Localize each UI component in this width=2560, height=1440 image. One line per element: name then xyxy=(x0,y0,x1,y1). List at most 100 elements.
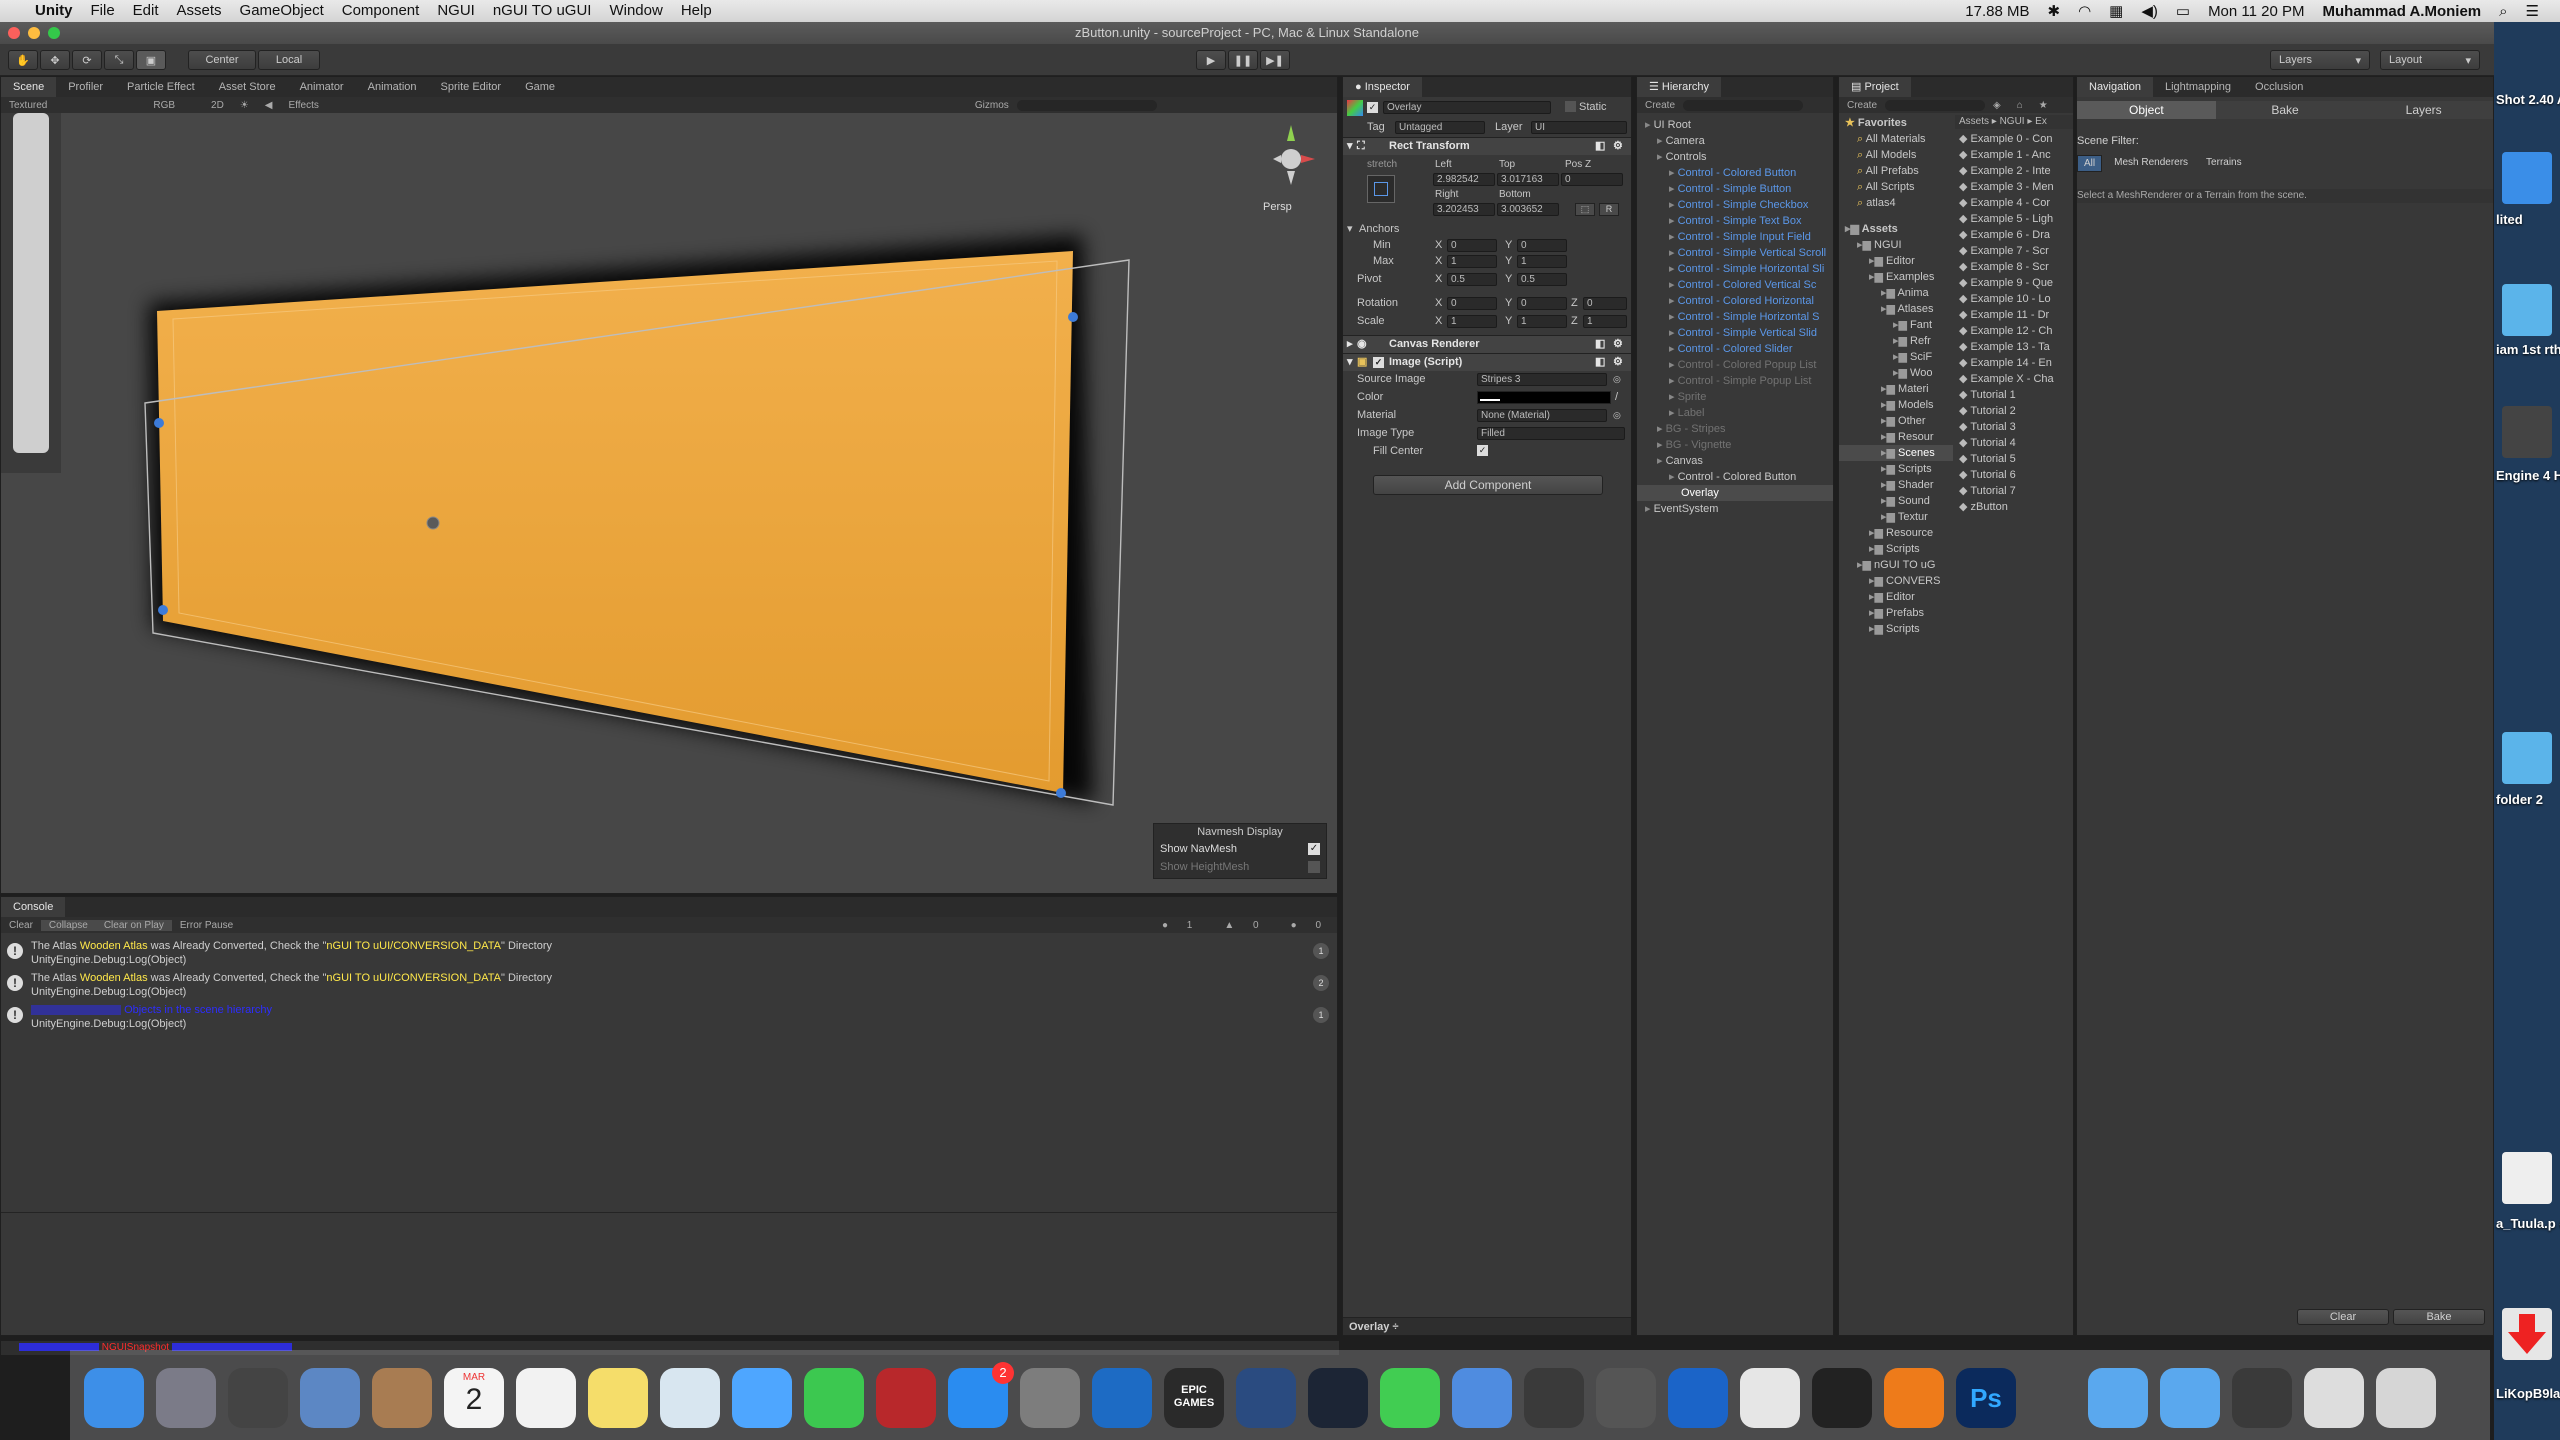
bottom-field[interactable]: 3.003652 xyxy=(1497,203,1559,216)
menu-gameobject[interactable]: GameObject xyxy=(231,0,333,22)
corner-handle[interactable] xyxy=(1068,312,1078,322)
rotation-z-field[interactable]: 0 xyxy=(1583,297,1627,310)
project-folder-item[interactable]: ▸▆ Editor xyxy=(1839,589,1953,605)
scene-file-item[interactable]: ◆ Tutorial 6 xyxy=(1955,467,2073,483)
project-folder-item[interactable]: ▸▆ NGUI xyxy=(1839,237,1953,253)
settings-gear-icon[interactable]: ⚙ xyxy=(1613,138,1623,154)
show-navmesh-row[interactable]: Show NavMesh ✓ xyxy=(1154,840,1326,858)
rect-transform-header[interactable]: ▾ ⛶ Rect Transform ◧ ⚙ xyxy=(1343,137,1631,155)
pivot-center-toggle[interactable]: Center xyxy=(188,50,256,70)
window-zoom-button[interactable] xyxy=(48,27,60,39)
desktop-video-icon[interactable] xyxy=(2502,406,2552,458)
memory-monitor[interactable]: 17.88 MB xyxy=(1956,3,2038,20)
hierarchy-item[interactable]: ▸ Control - Colored Slider xyxy=(1637,341,1833,357)
scene-file-item[interactable]: ◆ Example 0 - Con xyxy=(1955,131,2073,147)
scene-file-item[interactable]: ◆ Example 11 - Dr xyxy=(1955,307,2073,323)
navigation-clear-button[interactable]: Clear xyxy=(2297,1309,2389,1325)
scale-tool-icon[interactable]: ⤡ xyxy=(104,50,134,70)
color-swatch[interactable] xyxy=(1477,391,1611,404)
settings-gear-icon[interactable]: ⚙ xyxy=(1613,354,1623,370)
scene-file-item[interactable]: ◆ Example 3 - Men xyxy=(1955,179,2073,195)
menu-assets[interactable]: Assets xyxy=(168,0,231,22)
foldout-arrow-icon[interactable]: ▸ xyxy=(1669,471,1678,483)
foldout-arrow-icon[interactable]: ▸ xyxy=(1645,503,1654,515)
trash-icon[interactable] xyxy=(2376,1368,2436,1428)
project-folder-item[interactable]: ▸▆ Shader xyxy=(1839,477,1953,493)
hierarchy-item[interactable]: Overlay xyxy=(1637,485,1833,501)
spotlight-icon[interactable]: ⌕ xyxy=(2490,3,2516,20)
info-count-toggle[interactable]: ● 1 xyxy=(1146,920,1208,931)
sourcetree-icon[interactable] xyxy=(1236,1368,1296,1428)
reminders-icon[interactable] xyxy=(516,1368,576,1428)
layers-dropdown[interactable]: Layers ▾ xyxy=(2270,50,2370,70)
project-folder-item[interactable]: ▸▆ Atlases xyxy=(1839,301,1953,317)
scene-file-item[interactable]: ◆ Example 2 - Inte xyxy=(1955,163,2073,179)
show-heightmesh-checkbox[interactable] xyxy=(1308,861,1320,873)
project-folder-item[interactable]: ▸▆ Editor xyxy=(1839,253,1953,269)
photoshop-icon[interactable]: Ps xyxy=(1956,1368,2016,1428)
hierarchy-item[interactable]: ▸ EventSystem xyxy=(1637,501,1833,517)
calendar-icon[interactable]: MAR 2 xyxy=(444,1368,504,1428)
left-field[interactable]: 2.982542 xyxy=(1433,173,1495,186)
desktop-folder-icon[interactable] xyxy=(2502,152,2552,204)
menu-file[interactable]: File xyxy=(82,0,124,22)
favorites-item[interactable]: ⌕ atlas4 xyxy=(1839,195,1953,211)
foldout-arrow-icon[interactable]: ▸ xyxy=(1669,343,1678,355)
desktop-folder-icon[interactable] xyxy=(2502,284,2552,336)
hand-tool-icon[interactable]: ✋ xyxy=(8,50,38,70)
epic-games-icon[interactable]: EPIC GAMES xyxy=(1164,1368,1224,1428)
tab-game[interactable]: Game xyxy=(513,77,567,97)
play-button-icon[interactable]: ▶ xyxy=(1196,50,1226,70)
scene-file-item[interactable]: ◆ Tutorial 7 xyxy=(1955,483,2073,499)
tab-navigation[interactable]: Navigation xyxy=(2077,77,2153,97)
hierarchy-item[interactable]: ▸ Control - Colored Button xyxy=(1637,165,1833,181)
image-enabled-checkbox[interactable]: ✓ xyxy=(1373,357,1384,368)
gizmos-dropdown[interactable]: Gizmos xyxy=(967,100,1017,111)
hierarchy-item[interactable]: ▸ Label xyxy=(1637,405,1833,421)
pause-button-icon[interactable]: ❚❚ xyxy=(1228,50,1258,70)
project-folder-item[interactable]: ▸▆ Prefabs xyxy=(1839,605,1953,621)
project-search-input[interactable] xyxy=(1885,99,1986,111)
foldout-arrow-icon[interactable]: ▸ xyxy=(1657,423,1666,435)
rotation-y-field[interactable]: 0 xyxy=(1517,297,1567,310)
warn-count-toggle[interactable]: ▲ 0 xyxy=(1208,920,1274,931)
scene-file-item[interactable]: ◆ Tutorial 4 xyxy=(1955,435,2073,451)
sublime-text-icon[interactable] xyxy=(1524,1368,1584,1428)
foldout-arrow-icon[interactable]: ▸ xyxy=(1669,407,1678,419)
menu-edit[interactable]: Edit xyxy=(124,0,168,22)
bluetooth-icon[interactable]: ✱ xyxy=(2038,2,2069,20)
image-type-dropdown[interactable]: Filled xyxy=(1477,427,1625,440)
rotate-tool-icon[interactable]: ⟳ xyxy=(72,50,102,70)
add-component-button[interactable]: Add Component xyxy=(1373,475,1603,495)
tab-project[interactable]: ▤ Project xyxy=(1839,77,1911,97)
hierarchy-item[interactable]: ▸ Control - Colored Horizontal xyxy=(1637,293,1833,309)
foldout-arrow-icon[interactable]: ▸ xyxy=(1657,151,1666,163)
app-store-icon[interactable]: 2 xyxy=(948,1362,1014,1428)
scene-file-item[interactable]: ◆ Example 13 - Ta xyxy=(1955,339,2073,355)
favorites-item[interactable]: ⌕ All Prefabs xyxy=(1839,163,1953,179)
settings-gear-icon[interactable]: ⚙ xyxy=(1613,336,1623,352)
foldout-arrow-icon[interactable]: ▸ xyxy=(1669,215,1678,227)
tab-particle-effect[interactable]: Particle Effect xyxy=(115,77,207,97)
filter-by-label-icon[interactable]: ⌂ xyxy=(2009,100,2031,111)
scene-file-item[interactable]: ◆ Example 10 - Lo xyxy=(1955,291,2073,307)
console-clear-button[interactable]: Clear xyxy=(1,920,41,931)
favorites-item[interactable]: ⌕ All Materials xyxy=(1839,131,1953,147)
foldout-arrow-icon[interactable]: ▸ xyxy=(1669,359,1678,371)
project-folder-item[interactable]: ▸▆ Woo xyxy=(1839,365,1953,381)
scene-file-item[interactable]: ◆ Tutorial 5 xyxy=(1955,451,2073,467)
hierarchy-item[interactable]: ▸ Control - Simple Popup List xyxy=(1637,373,1833,389)
applications-folder-icon[interactable] xyxy=(2088,1368,2148,1428)
scale-y-field[interactable]: 1 xyxy=(1517,315,1567,328)
anchor-min-x-field[interactable]: 0 xyxy=(1447,239,1497,252)
scene-file-item[interactable]: ◆ Example 9 - Que xyxy=(1955,275,2073,291)
outlook-icon[interactable] xyxy=(1668,1368,1728,1428)
battery-icon[interactable]: ▭ xyxy=(2167,2,2199,20)
hierarchy-item[interactable]: ▸ Control - Simple Horizontal Sli xyxy=(1637,261,1833,277)
corner-handle[interactable] xyxy=(1056,788,1066,798)
volume-icon[interactable]: ◀) xyxy=(2132,2,2167,20)
tab-asset-store[interactable]: Asset Store xyxy=(207,77,288,97)
hierarchy-item[interactable]: ▸ UI Root xyxy=(1637,117,1833,133)
console-log-entry[interactable]: ! The Atlas Wooden Atlas was Already Con… xyxy=(1,967,1337,999)
foldout-arrow-icon[interactable]: ▸ xyxy=(1669,375,1678,387)
